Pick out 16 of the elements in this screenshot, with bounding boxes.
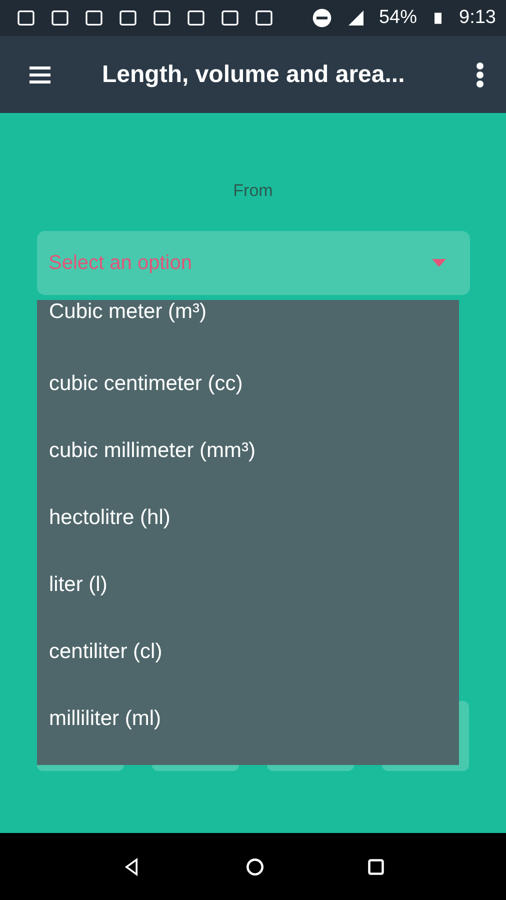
dropdown-caret-icon bbox=[432, 259, 446, 267]
dropdown-option[interactable]: cubic millimeter (mm³) bbox=[37, 417, 459, 484]
dropdown-option[interactable]: milliliter (ml) bbox=[37, 685, 459, 752]
dropdown-option[interactable]: cubic centimeter (cc) bbox=[37, 350, 459, 417]
dropdown-option[interactable]: liter (l) bbox=[37, 551, 459, 618]
home-icon bbox=[244, 856, 266, 878]
battery-percent: 54% bbox=[378, 7, 418, 29]
more-icon bbox=[476, 62, 484, 88]
clock: 9:13 bbox=[459, 7, 496, 29]
from-label: From bbox=[233, 181, 273, 201]
recents-icon bbox=[367, 858, 386, 876]
do-not-disturb-icon bbox=[310, 7, 333, 29]
dropdown-option[interactable]: centiliter (cl) bbox=[37, 618, 459, 685]
app-title: Length, volume and area... bbox=[102, 60, 406, 88]
dropdown-option[interactable]: hectolitre (hl) bbox=[37, 484, 459, 551]
dropdown-option[interactable]: Cubic meter (m³) bbox=[37, 300, 459, 350]
